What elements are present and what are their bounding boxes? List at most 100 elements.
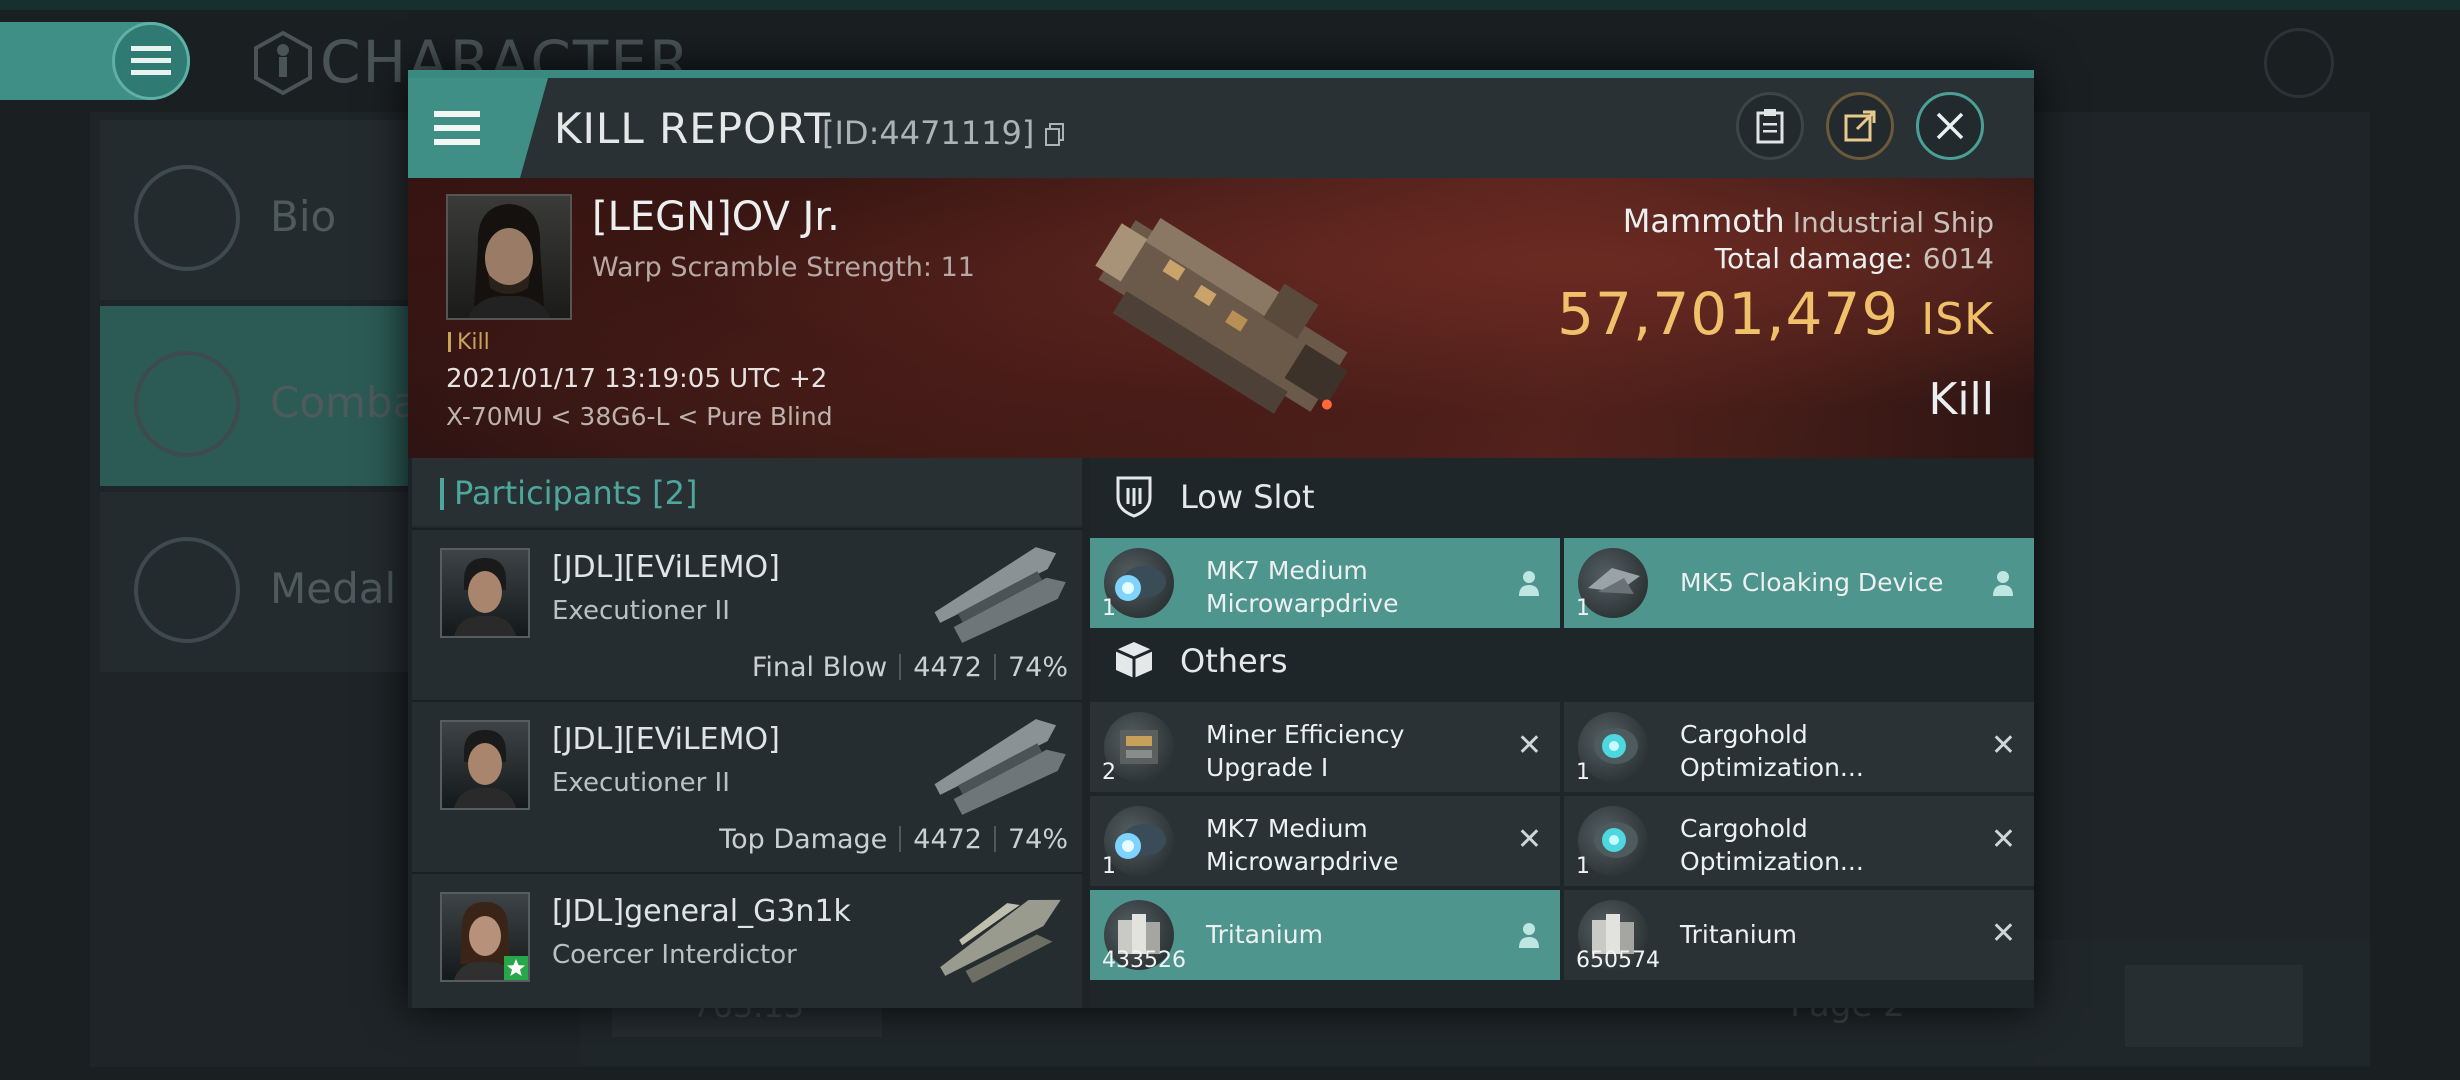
pilot-icon [1519, 923, 1539, 948]
share-button[interactable] [1826, 92, 1894, 160]
total-damage-value: 6014 [1922, 242, 1994, 275]
isk-value: 57,701,479 ISK [1557, 280, 1994, 348]
stat-separator [899, 654, 902, 680]
item-name: MK7 Medium Microwarpdrive [1206, 814, 1399, 876]
item-quantity: 1 [1576, 760, 1590, 785]
item-quantity: 1 [1576, 596, 1590, 621]
participant-row[interactable]: [JDL][EViLEMO] Executioner II Final Blow… [412, 528, 1082, 700]
low-slot-icon [1116, 476, 1152, 518]
others-title: Others [1180, 642, 1288, 680]
others-header: Others [1090, 622, 2034, 698]
menu-button[interactable] [408, 78, 548, 178]
victim-name[interactable]: [LEGN]OV Jr. [592, 194, 840, 240]
destroyed-icon: ✕ [1990, 916, 2016, 951]
kill-report-modal: KILL REPORT [ID:4471119] [LEGN]OV Jr. Wa… [408, 70, 2034, 1008]
character-icon [254, 30, 312, 96]
victim-ship-image[interactable] [1058, 186, 1388, 446]
stat-separator [993, 654, 996, 680]
item-slot[interactable]: 1 Cargohold Optimization... ✕ [1564, 796, 2034, 886]
warp-scramble-strength: Warp Scramble Strength: 11 [592, 252, 975, 283]
item-name: Cargohold Optimization... [1680, 720, 1864, 782]
item-name: Cargohold Optimization... [1680, 814, 1864, 876]
isk-amount: 57,701,479 [1557, 280, 1900, 348]
item-slot[interactable]: 1 Cargohold Optimization... ✕ [1564, 702, 2034, 792]
participants-header: Participants [2] [412, 458, 1082, 526]
background-menu-icon[interactable] [112, 22, 190, 100]
copy-icon[interactable] [1044, 123, 1065, 147]
victim-portrait[interactable] [446, 194, 572, 320]
total-damage: Total damage: 6014 [1715, 242, 1994, 275]
participants-title-label: Participants [454, 474, 642, 512]
participant-stats: Final Blow 4472 74% [752, 652, 1068, 683]
avatar-image [454, 730, 516, 808]
participants-header-bar [440, 478, 444, 510]
participant-ship-image [934, 719, 1066, 815]
item-quantity: 1 [1576, 854, 1590, 879]
result-label: Kill [1928, 374, 1994, 425]
kill-tag: Kill [448, 330, 490, 355]
sidebar-item-medal[interactable]: Medal [100, 492, 430, 672]
modal-header: KILL REPORT [ID:4471119] [408, 78, 2034, 178]
clipboard-button[interactable] [1736, 92, 1804, 160]
item-name: Miner Efficiency Upgrade I [1206, 720, 1405, 782]
background-close-button[interactable] [2264, 28, 2334, 98]
item-slot[interactable]: 433526 Tritanium [1090, 890, 1560, 980]
share-icon [1844, 110, 1876, 142]
medal-icon [134, 537, 240, 643]
participant-percent: 74% [1007, 824, 1068, 855]
item-slot[interactable]: 1 MK7 Medium Microwarpdrive ✕ [1090, 796, 1560, 886]
kill-location[interactable]: X-70MU < 38G6-L < Pure Blind [446, 402, 833, 431]
item-name: Tritanium [1206, 920, 1323, 949]
sidebar-item-bio[interactable]: Bio [100, 120, 430, 300]
sidebar-item-label: Bio [270, 192, 337, 241]
participant-stats: Top Damage 4472 74% [719, 824, 1068, 855]
item-quantity: 433526 [1102, 948, 1186, 973]
participant-row[interactable]: [JDL]general_G3n1k Coercer Interdictor [412, 872, 1082, 1008]
participant-name: [JDL]general_G3n1k [552, 894, 851, 929]
pilot-icon [1993, 571, 2013, 596]
close-button[interactable] [1916, 92, 1984, 160]
stat-separator [899, 826, 902, 852]
filter-button[interactable] [2125, 965, 2303, 1047]
participant-damage: 4472 [913, 652, 982, 683]
modal-accent-line [408, 70, 2034, 78]
destroyed-icon: ✕ [1990, 822, 2016, 857]
participant-ship: Executioner II [552, 768, 730, 798]
kill-report-id[interactable]: [ID:4471119] [822, 114, 1065, 152]
item-slot[interactable]: 650574 Tritanium ✕ [1564, 890, 2034, 980]
bio-icon [134, 165, 240, 271]
star-badge-icon [504, 956, 528, 980]
participant-ship-image [934, 547, 1066, 643]
item-slot[interactable]: 1 MK7 Medium Microwarpdrive [1090, 538, 1560, 628]
low-slot-title: Low Slot [1180, 478, 1315, 516]
modal-title: KILL REPORT [554, 104, 831, 153]
close-icon [1936, 112, 1964, 140]
ship-name[interactable]: Mammoth Industrial Ship [1623, 202, 1994, 240]
item-slot[interactable]: 2 Miner Efficiency Upgrade I ✕ [1090, 702, 1560, 792]
cargo-box-icon [1115, 642, 1153, 678]
participant-avatar[interactable] [440, 548, 530, 638]
item-quantity: 2 [1102, 760, 1116, 785]
ship-name-label: Mammoth [1622, 202, 1785, 240]
kill-tag-label: Kill [457, 330, 490, 355]
item-slot[interactable]: 1 MK5 Cloaking Device [1564, 538, 2034, 628]
item-name: MK5 Cloaking Device [1680, 568, 1944, 597]
participant-avatar[interactable] [440, 892, 530, 982]
participant-ship: Executioner II [552, 596, 730, 626]
participant-percent: 74% [1007, 652, 1068, 683]
crossed-swords-icon [134, 351, 240, 457]
participant-row[interactable]: [JDL][EViLEMO] Executioner II Top Damage… [412, 700, 1082, 872]
clipboard-icon [1756, 109, 1784, 144]
item-quantity: 650574 [1576, 948, 1660, 973]
avatar-image [454, 558, 516, 636]
participant-ship: Coercer Interdictor [552, 940, 797, 970]
participant-role: Final Blow [751, 652, 888, 683]
ship-class: Industrial Ship [1792, 206, 1994, 239]
participant-role: Top Damage [719, 824, 888, 855]
item-quantity: 1 [1102, 854, 1116, 879]
participant-avatar[interactable] [440, 720, 530, 810]
destroyed-icon: ✕ [1516, 822, 1542, 857]
item-name: MK7 Medium Microwarpdrive [1206, 556, 1399, 618]
sidebar-item-combat[interactable]: Combat [100, 306, 435, 486]
participant-name: [JDL][EViLEMO] [552, 722, 780, 757]
